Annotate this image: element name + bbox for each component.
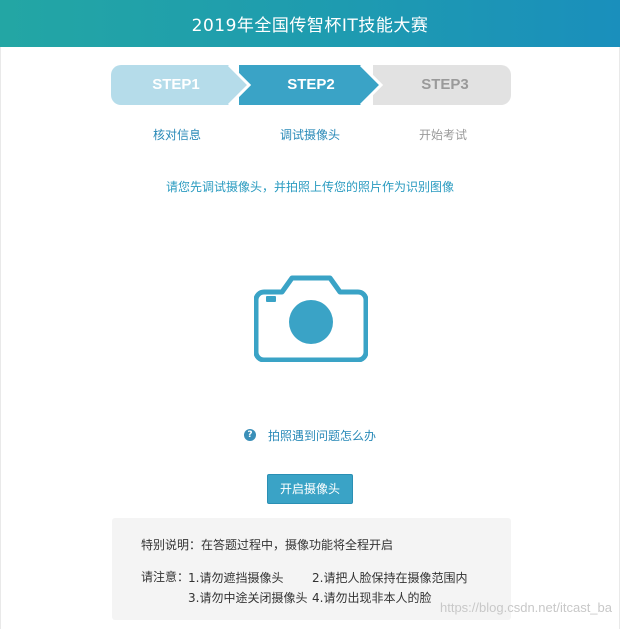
watermark: https://blog.csdn.net/itcast_ba	[440, 600, 612, 615]
attention-item-4: 4.请勿出现非本人的脸	[312, 591, 432, 605]
camera-icon	[253, 268, 369, 363]
attention-item-2: 2.请把人脸保持在摄像范围内	[312, 571, 468, 585]
camera-instruction: 请您先调试摄像头，并拍照上传您的照片作为识别图像	[165, 180, 454, 194]
step1-label: STEP1	[152, 76, 200, 93]
step2-label: STEP2	[287, 76, 335, 93]
page-title: 2019年全国传智杯IT技能大赛	[191, 16, 429, 36]
step3-sublabel: 开始考试	[418, 128, 467, 142]
step2-sublabel: 调试摄像头	[279, 128, 340, 142]
help-link[interactable]: ? 拍照遇到问题怎么办	[244, 427, 376, 443]
attention-item-3: 3.请勿中途关闭摄像头	[188, 591, 308, 605]
step3-label: STEP3	[421, 76, 469, 93]
question-icon: ?	[244, 429, 256, 441]
special-note: 特别说明：在答题过程中，摄像功能将全程开启	[141, 538, 394, 552]
open-camera-button[interactable]: 开启摄像头	[267, 474, 353, 504]
help-text[interactable]: 拍照遇到问题怎么办	[268, 427, 376, 444]
attention-item-1: 1.请勿遮挡摄像头	[188, 571, 284, 585]
page: 2019年全国传智杯IT技能大赛 STEP1 STEP2 STEP3 核对信息 …	[0, 0, 620, 629]
step1-sublabel: 核对信息	[152, 128, 201, 142]
left-border	[0, 47, 1, 629]
step-progress: STEP1 STEP2 STEP3	[111, 65, 511, 105]
attention-label: 请注意：	[141, 570, 190, 584]
header-bar: 2019年全国传智杯IT技能大赛	[0, 0, 620, 47]
